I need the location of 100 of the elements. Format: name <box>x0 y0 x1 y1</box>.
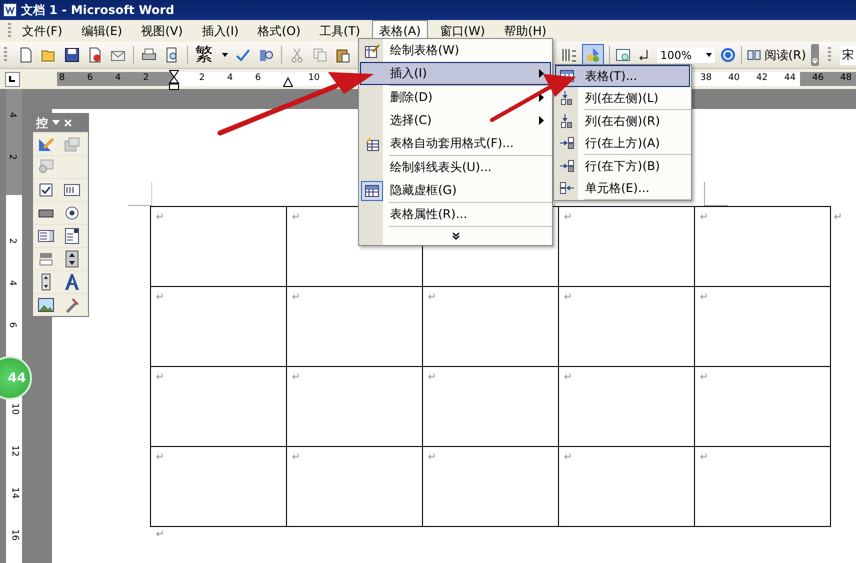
grip-handle[interactable] <box>8 23 11 39</box>
ruler-number: 8 <box>59 73 65 83</box>
menu-item[interactable]: 选择(C) <box>360 109 551 132</box>
table-cell[interactable]: ↵ <box>422 366 558 446</box>
toolbar-options-icon[interactable] <box>811 44 819 66</box>
table-cell[interactable]: ↵ <box>558 206 694 286</box>
ruler-number: 4 <box>227 73 233 83</box>
page-badge: 44 <box>0 356 32 400</box>
convert-button[interactable]: 繁 <box>195 45 213 65</box>
caret-icon <box>706 53 712 57</box>
ruler-number: 38 <box>700 73 712 83</box>
spin-button-icon[interactable] <box>63 250 81 268</box>
paragraph-mark: ↵ <box>564 292 572 303</box>
checkbox-icon[interactable] <box>37 181 55 199</box>
ruler-number: 16 <box>10 529 20 541</box>
menu-item[interactable]: 插入(I) <box>360 62 551 85</box>
toolbox-title: 控 <box>36 114 48 132</box>
dropdown-icon[interactable] <box>52 119 60 127</box>
combo-box-icon[interactable] <box>63 227 81 245</box>
menu-item[interactable]: 列(在右侧)(R) <box>555 110 690 132</box>
insert-cell-icon <box>559 180 575 196</box>
drawing-button[interactable] <box>582 44 604 66</box>
table-cell[interactable]: ↵ <box>150 286 286 366</box>
close-icon[interactable] <box>64 119 72 127</box>
new-document-icon[interactable] <box>18 47 34 63</box>
ruler-number: 2 <box>199 73 205 83</box>
scissors-icon[interactable] <box>289 47 305 63</box>
document-map-icon[interactable] <box>615 47 632 63</box>
ruler-number: 6 <box>255 73 261 83</box>
right-indent-marker-icon[interactable] <box>282 77 293 87</box>
table-cell[interactable]: ↵ <box>286 446 422 526</box>
printer-icon[interactable] <box>141 47 157 63</box>
ruler-number: 10 <box>308 73 320 83</box>
menu-item[interactable]: 格式(O) <box>250 20 308 42</box>
tab-selector[interactable] <box>5 72 20 86</box>
table-cell[interactable]: ↵ <box>558 446 694 526</box>
grip-handle[interactable] <box>4 47 7 63</box>
table-cell[interactable]: ↵ <box>694 446 830 526</box>
table-cell[interactable]: ↵ <box>286 286 422 366</box>
table-format-icon <box>364 136 380 152</box>
paragraph-mark: ↵ <box>700 212 708 223</box>
table-cell[interactable]: ↵ <box>558 286 694 366</box>
table-cell[interactable]: ↵ <box>558 366 694 446</box>
menu-item[interactable]: 插入(I) <box>194 20 246 42</box>
text-box-icon[interactable] <box>63 181 81 199</box>
paragraph-mark: ↵ <box>700 292 708 303</box>
table-cell[interactable]: ↵ <box>694 366 830 446</box>
list-box-icon[interactable] <box>37 227 55 245</box>
label-icon[interactable] <box>63 273 81 291</box>
window-title: 文档 1 - Microsoft Word <box>21 2 174 18</box>
indent-marker-icon[interactable] <box>168 70 179 90</box>
option-button-icon[interactable] <box>63 204 81 222</box>
table-cell[interactable]: ↵ <box>150 366 286 446</box>
menu-item[interactable]: 单元格(E)... <box>555 177 690 199</box>
paragraph-mark: ↵ <box>156 529 164 540</box>
paragraph-mark: ↵ <box>156 292 164 303</box>
research-icon[interactable] <box>258 47 274 63</box>
paragraph-mark: ↵ <box>564 212 572 223</box>
ruler-number: 2 <box>6 238 17 244</box>
table-cell[interactable]: ↵ <box>286 366 422 446</box>
paragraph-mark: ↵ <box>428 372 436 383</box>
menu-item[interactable]: 视图(V) <box>134 20 190 42</box>
columns-icon[interactable] <box>561 47 578 63</box>
menu-item[interactable]: 表格(T)... <box>555 65 690 87</box>
read-button[interactable]: 阅读(R) <box>747 46 806 64</box>
insert-column-icon <box>559 113 575 129</box>
table-cell[interactable]: ↵ <box>150 446 286 526</box>
ruler-pencil-icon[interactable] <box>37 135 55 153</box>
menu-item[interactable]: 表格自动套用格式(F)... <box>360 132 551 155</box>
toggle-button-icon[interactable] <box>37 250 55 268</box>
ruler-number: 4 <box>6 280 17 286</box>
table-cell[interactable]: ↵ <box>422 446 558 526</box>
menu-item[interactable]: 行(在下方)(B) <box>555 155 690 177</box>
clipboard-icon[interactable] <box>335 47 351 63</box>
menu-item[interactable]: 文件(F) <box>15 20 70 42</box>
paragraph-mark: ↵ <box>292 372 300 383</box>
menu-item[interactable]: 删除(D) <box>360 86 551 109</box>
image-icon[interactable] <box>37 296 55 314</box>
ruler-number: 6 <box>87 73 93 83</box>
spelling-check-icon[interactable] <box>235 47 251 63</box>
menu-item[interactable]: 列(在左侧)(L) <box>555 87 690 109</box>
help-icon[interactable] <box>720 47 736 63</box>
ruler-number: 48 <box>840 73 852 83</box>
menu-item[interactable]: 行(在上方)(A) <box>555 132 690 154</box>
expand-chevron-icon[interactable] <box>452 232 460 240</box>
menu-item[interactable]: 编辑(E) <box>74 20 130 42</box>
menu-item[interactable]: 绘制斜线表头(U)... <box>360 156 551 179</box>
table-cell[interactable]: ↵ <box>694 206 830 286</box>
ruler-number: 12 <box>10 445 20 457</box>
save-icon[interactable] <box>64 47 80 63</box>
grid-icon <box>364 182 380 198</box>
table-cell[interactable]: ↵ <box>694 286 830 366</box>
table-cell[interactable]: ↵ <box>150 206 286 286</box>
grip-handle[interactable] <box>828 47 831 63</box>
caret-icon[interactable] <box>222 53 228 57</box>
zoom-field[interactable]: 100% <box>657 48 716 62</box>
menu-item[interactable]: 隐藏虚框(G) <box>360 179 551 202</box>
ruler-number: 44 <box>784 73 796 83</box>
font-field[interactable]: 宋 <box>840 46 856 64</box>
table-cell[interactable]: ↵ <box>422 286 558 366</box>
